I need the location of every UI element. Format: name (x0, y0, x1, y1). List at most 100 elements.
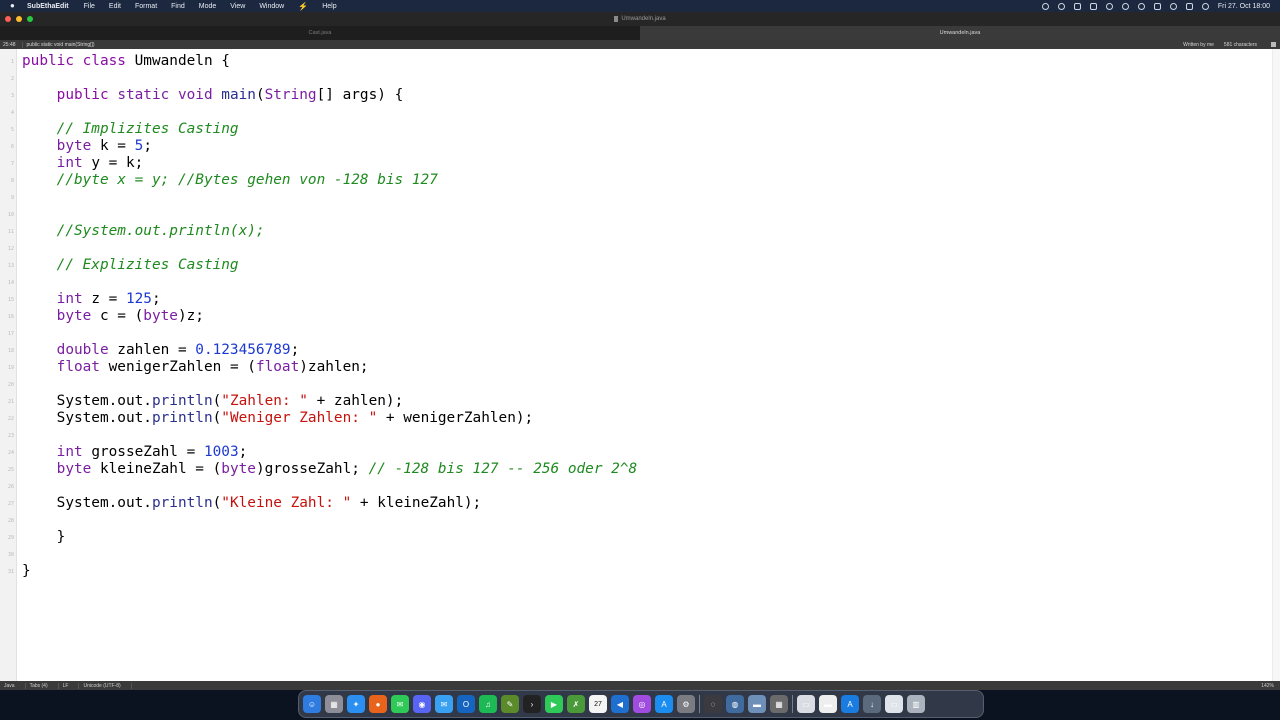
apple-menu-icon[interactable]: ● (10, 2, 18, 10)
code-line[interactable] (22, 206, 637, 223)
script-menu-icon[interactable]: ⚡ (298, 2, 308, 11)
code-line[interactable]: int grosseZahl = 1003; (22, 444, 637, 461)
code-line[interactable]: System.out.println("Kleine Zahl: " + kle… (22, 495, 637, 512)
creative-cloud-icon[interactable] (1041, 2, 1049, 10)
calculator-icon[interactable]: ▦ (770, 695, 788, 713)
code-line[interactable] (22, 70, 637, 87)
code-line[interactable]: // Implizites Casting (22, 121, 637, 138)
minimize-window-button[interactable] (16, 16, 22, 22)
code-line[interactable] (22, 274, 637, 291)
code-line[interactable]: public static void main(String[] args) { (22, 87, 637, 104)
encoding-selector[interactable]: Unicode (UTF-8) (79, 682, 132, 689)
code-line[interactable] (22, 376, 637, 393)
activity-icon[interactable]: ◌ (704, 695, 722, 713)
code-line[interactable]: int z = 125; (22, 291, 637, 308)
written-by-label[interactable]: Written by me (1183, 42, 1214, 48)
menu-file[interactable]: File (84, 3, 95, 10)
calendar-icon[interactable]: 27 (589, 695, 607, 713)
code-line[interactable]: //System.out.println(x); (22, 223, 637, 240)
code-line[interactable]: byte k = 5; (22, 138, 637, 155)
menu-format[interactable]: Format (135, 3, 157, 10)
facetime-icon[interactable]: ▶ (545, 695, 563, 713)
play-icon[interactable] (1057, 2, 1065, 10)
bluetooth-icon[interactable] (1105, 2, 1113, 10)
finder-icon[interactable]: ☺ (303, 695, 321, 713)
control-center-icon[interactable] (1185, 2, 1193, 10)
menu-clock[interactable]: Fri 27. Oct 18:00 (1218, 3, 1270, 10)
menu-window[interactable]: Window (259, 3, 284, 10)
code-line[interactable] (22, 325, 637, 342)
appstore-icon[interactable]: A (655, 695, 673, 713)
cursor-position[interactable]: 25:48 (0, 41, 23, 48)
code-area[interactable]: public class Umwandeln { public static v… (22, 53, 637, 580)
code-line[interactable] (22, 427, 637, 444)
code-line[interactable] (22, 478, 637, 495)
download-icon[interactable]: ↓ (863, 695, 881, 713)
window-icon[interactable]: ▬ (819, 695, 837, 713)
menu-view[interactable]: View (230, 3, 245, 10)
code-line[interactable]: System.out.println("Zahlen: " + zahlen); (22, 393, 637, 410)
safari-icon[interactable]: ✦ (347, 695, 365, 713)
code-line[interactable]: float wenigerZahlen = (float)zahlen; (22, 359, 637, 376)
siri-icon[interactable] (1201, 2, 1209, 10)
code-line[interactable]: byte kleineZahl = (byte)grosseZahl; // -… (22, 461, 638, 478)
code-line[interactable] (22, 546, 637, 563)
vscode-icon[interactable]: ◀ (611, 695, 629, 713)
spotify-icon[interactable]: ♫ (479, 695, 497, 713)
zoom-level[interactable]: 142% (1261, 683, 1280, 689)
folder-icon[interactable]: ▬ (748, 695, 766, 713)
code-line[interactable]: System.out.println("Weniger Zahlen: " + … (22, 410, 637, 427)
menu-mode[interactable]: Mode (199, 3, 217, 10)
mode-selector[interactable]: Java (0, 682, 26, 689)
subethaedit-icon[interactable]: ✎ (501, 695, 519, 713)
search-icon[interactable] (1169, 2, 1177, 10)
trash-icon[interactable]: ▥ (907, 695, 925, 713)
preview-icon[interactable]: ▭ (885, 695, 903, 713)
code-line[interactable]: double zahlen = 0.123456789; (22, 342, 637, 359)
display-icon[interactable] (1073, 2, 1081, 10)
firefox-icon[interactable]: ● (369, 695, 387, 713)
code-line[interactable]: } (22, 563, 637, 580)
tab-settings-selector[interactable]: Tabs (4) (26, 682, 59, 689)
keyboard-icon[interactable] (1089, 2, 1097, 10)
split-view-icon[interactable] (1271, 41, 1276, 47)
line-ending-selector[interactable]: LF (59, 682, 80, 689)
menu-find[interactable]: Find (171, 3, 185, 10)
code-line[interactable] (22, 189, 637, 206)
screenshot-icon[interactable]: ▭ (797, 695, 815, 713)
battery-icon[interactable] (1153, 2, 1161, 10)
outlook-icon[interactable]: O (457, 695, 475, 713)
mail-icon[interactable]: ✉ (435, 695, 453, 713)
code-editor[interactable]: 1 2 3 4 5 6 7 8 9 10 11 12 13 14 15 16 17 18 19 20 21 22 23 24 2… (0, 49, 1280, 681)
xcode-icon[interactable]: A (841, 695, 859, 713)
code-line[interactable]: //byte x = y; //Bytes gehen von -128 bis… (22, 172, 637, 189)
network-icon[interactable]: ◍ (726, 695, 744, 713)
discord-icon[interactable]: ◉ (413, 695, 431, 713)
code-line[interactable]: public class Umwandeln { (22, 53, 637, 70)
code-line[interactable] (22, 512, 637, 529)
code-line[interactable] (22, 104, 637, 121)
menu-help[interactable]: Help (322, 3, 336, 10)
close-window-button[interactable] (5, 16, 11, 22)
messages-icon[interactable]: ✉ (391, 695, 409, 713)
headphones-icon[interactable] (1121, 2, 1129, 10)
app-menu[interactable]: SubEthaEdit (27, 3, 69, 10)
code-line[interactable]: int y = k; (22, 155, 637, 172)
code-line[interactable]: } (22, 529, 637, 546)
vertical-scrollbar[interactable] (1272, 49, 1280, 681)
script-icon[interactable]: ✗ (567, 695, 585, 713)
podcasts-icon[interactable]: ◎ (633, 695, 651, 713)
tab-cast-java[interactable]: Cast.java (0, 26, 640, 40)
terminal-icon[interactable]: › (523, 695, 541, 713)
zoom-window-button[interactable] (27, 16, 33, 22)
launchpad-icon[interactable]: ▦ (325, 695, 343, 713)
tab-umwandeln-java[interactable]: Umwandeln.java (640, 26, 1280, 40)
code-line[interactable] (22, 240, 637, 257)
wifi-icon[interactable] (1137, 2, 1145, 10)
symbol-popup[interactable]: public static void main(String[]) (23, 42, 95, 48)
menu-edit[interactable]: Edit (109, 3, 121, 10)
settings-icon[interactable]: ⚙ (677, 695, 695, 713)
window-title-bar[interactable]: Umwandeln.java (0, 12, 1280, 26)
code-line[interactable]: // Explizites Casting (22, 257, 637, 274)
code-line[interactable]: byte c = (byte)z; (22, 308, 637, 325)
